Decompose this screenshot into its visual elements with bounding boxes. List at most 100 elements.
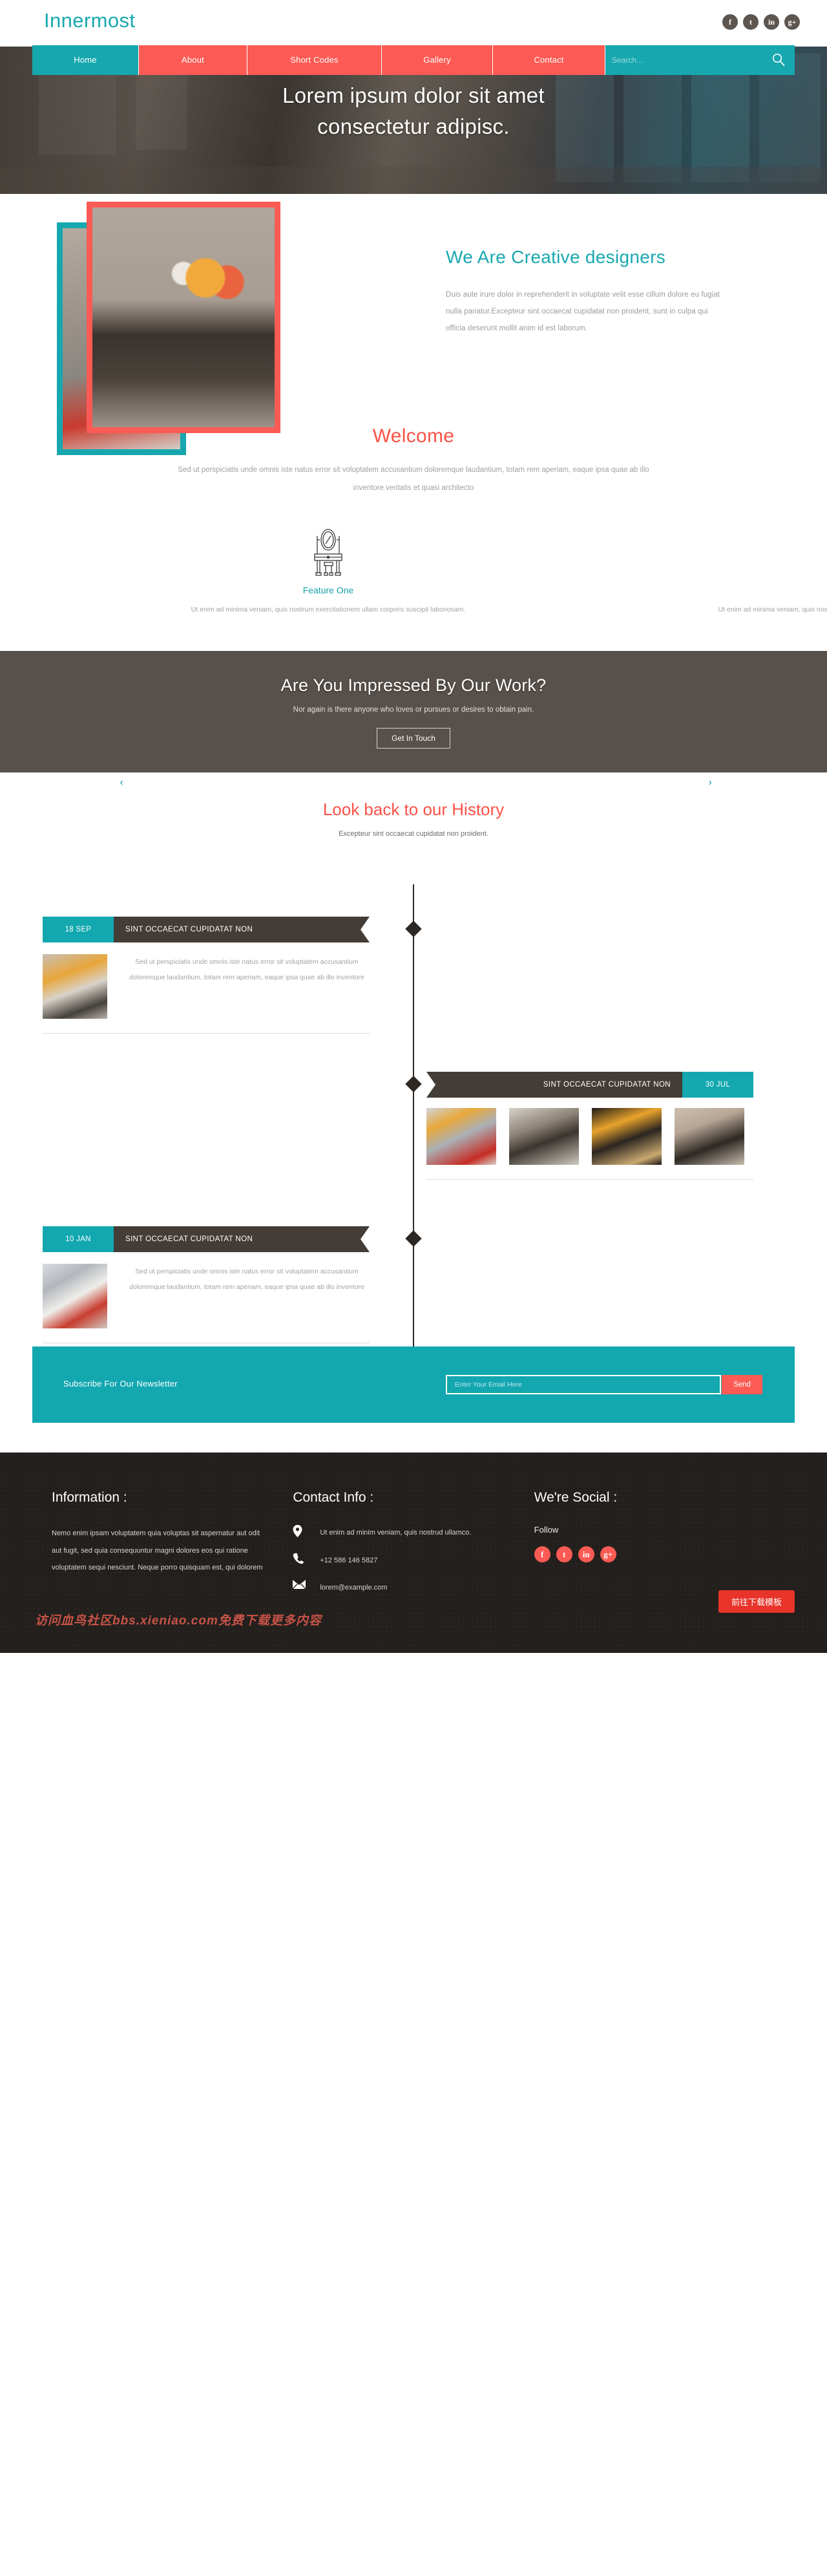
- timeline-entry-header: 18 SEP SINT OCCAECAT CUPIDATAT NON: [43, 917, 370, 943]
- footer-social-title: We're Social :: [534, 1490, 618, 1506]
- history-sub: Excepteur sint occaecat cupidatat non pr…: [339, 830, 488, 838]
- feature-list: Feature One Ut enim ad minima veniam, qu…: [0, 526, 827, 617]
- footer-contact-column: Contact Info : Ut enim ad minim veniam, …: [293, 1490, 534, 1607]
- hero-heading: Lorem ipsum dolor sit amet consectetur a…: [0, 80, 827, 142]
- newsletter-send-button[interactable]: Send: [722, 1375, 762, 1395]
- carousel-next-icon[interactable]: ›: [708, 775, 712, 789]
- gallery-thumbnail[interactable]: [675, 1108, 744, 1166]
- footer-information-title: Information :: [52, 1490, 127, 1506]
- gallery-thumbnail[interactable]: [426, 1108, 496, 1166]
- linkedin-icon[interactable]: in: [578, 1546, 594, 1563]
- feature-title-two: Feature Two: [610, 585, 827, 595]
- timeline-entry-body: Sed ut perspiciatis unde omnis iste natu…: [43, 942, 370, 1034]
- header-social-links: f t in g+: [722, 14, 800, 30]
- carousel-controls: ‹ ›: [0, 772, 827, 794]
- search-input[interactable]: [605, 56, 795, 65]
- nav-item-short-codes[interactable]: Short Codes: [247, 45, 382, 75]
- gallery-thumbnail[interactable]: [592, 1108, 662, 1166]
- timeline-entry-header: 10 JAN SINT OCCAECAT CUPIDATAT NON: [43, 1226, 370, 1253]
- creative-body: Duis aute irure dolor in reprehenderit i…: [446, 291, 720, 333]
- timeline-entry-body: Sed ut perspiciatis unde omnis iste natu…: [43, 1252, 370, 1344]
- contact-address-row: Ut enim ad minim veniam, quis nostrud ul…: [293, 1525, 508, 1540]
- site-footer: Information : Nemo enim ipsam voluptatem…: [0, 1453, 827, 1654]
- top-header: Innermost f t in g+: [0, 0, 827, 47]
- contact-address-text: Ut enim ad minim veniam, quis nostrud ul…: [320, 1529, 472, 1537]
- creative-heading: We Are Creative designers: [446, 247, 666, 267]
- main-navigation: Home About Short Codes Gallery Contact: [32, 45, 795, 75]
- history-timeline: 18 SEP SINT OCCAECAT CUPIDATAT NON Sed u…: [0, 884, 827, 1347]
- timeline-entry-date: 30 JUL: [682, 1072, 753, 1098]
- footer-columns: Information : Nemo enim ipsam voluptatem…: [0, 1490, 827, 1607]
- twitter-icon[interactable]: t: [743, 14, 759, 30]
- timeline-marker: [405, 921, 422, 938]
- timeline-entry-header: SINT OCCAECAT CUPIDATAT NON 30 JUL: [426, 1072, 753, 1098]
- timeline-entry-text: Sed ut perspiciatis unde omnis iste natu…: [129, 1268, 364, 1292]
- get-in-touch-button[interactable]: Get In Touch: [377, 728, 450, 749]
- facebook-icon[interactable]: f: [534, 1546, 550, 1563]
- location-pin-icon: [293, 1525, 320, 1538]
- timeline-entry-title: SINT OCCAECAT CUPIDATAT NON: [114, 1226, 370, 1253]
- feature-item-two: Feature Two Ut enim ad minima veniam, qu…: [592, 526, 827, 617]
- vanity-table-icon: [83, 526, 574, 576]
- welcome-body: Sed ut perspiciatis unde omnis iste natu…: [178, 466, 649, 492]
- googleplus-icon[interactable]: g+: [600, 1546, 616, 1563]
- email-icon: [293, 1579, 320, 1589]
- site-logo[interactable]: Innermost: [44, 9, 135, 32]
- newsletter-label: Subscribe For Our Newsletter: [63, 1379, 178, 1389]
- timeline-marker: [405, 1230, 422, 1248]
- timeline-entry-thumbnail: [43, 954, 107, 1019]
- creative-image-stack: [57, 202, 367, 460]
- hero-heading-line-2: consectetur adipisc.: [317, 114, 510, 138]
- nav-item-contact[interactable]: Contact: [493, 45, 605, 75]
- footer-follow-label: Follow: [534, 1525, 559, 1535]
- search-icon[interactable]: [771, 52, 786, 67]
- download-template-button[interactable]: 前往下载模板: [718, 1590, 795, 1613]
- watermark-text: 访问血鸟社区bbs.xieniao.com免费下载更多内容: [35, 1614, 322, 1628]
- phone-icon: [293, 1553, 320, 1564]
- feature-body-one: Ut enim ad minima veniam, quis nostrum e…: [191, 606, 466, 614]
- footer-contact-title: Contact Info :: [293, 1490, 374, 1506]
- contact-email-text: lorem@example.com: [320, 1583, 388, 1591]
- impressed-banner: Are You Impressed By Our Work? Nor again…: [0, 651, 827, 773]
- timeline-marker: [405, 1076, 422, 1093]
- facebook-icon[interactable]: f: [722, 14, 738, 30]
- gallery-thumbnail[interactable]: [509, 1108, 579, 1166]
- feature-body-two: Ut enim ad minima veniam, quis nostrum e…: [718, 606, 827, 614]
- contact-phone-text: +12 586 146 5827: [320, 1556, 378, 1564]
- timeline-entry-text: Sed ut perspiciatis unde omnis iste natu…: [129, 958, 364, 982]
- armchair-icon: [610, 526, 827, 576]
- newsletter-section: Subscribe For Our Newsletter Send: [32, 1347, 795, 1423]
- creative-text-block: We Are Creative designers Duis aute irur…: [446, 246, 724, 337]
- linkedin-icon[interactable]: in: [764, 14, 779, 30]
- footer-social-column: We're Social : Follow f t in g+: [534, 1490, 775, 1607]
- newsletter-email-input[interactable]: [446, 1375, 721, 1395]
- history-section: Look back to our History Excepteur sint …: [0, 794, 827, 1347]
- timeline-entry-date: 18 SEP: [43, 917, 114, 943]
- feature-item-one: Feature One Ut enim ad minima veniam, qu…: [65, 526, 592, 617]
- timeline-entry-thumbnail: [43, 1264, 107, 1329]
- twitter-icon[interactable]: t: [556, 1546, 572, 1563]
- googleplus-icon[interactable]: g+: [784, 14, 800, 30]
- timeline-entry-gallery: [426, 1098, 753, 1180]
- page-root: Innermost f t in g+ Home About Short Cod…: [0, 0, 827, 1654]
- creative-section: We Are Creative designers Duis aute irur…: [0, 194, 827, 455]
- contact-phone-row: +12 586 146 5827: [293, 1553, 508, 1568]
- history-heading: Look back to our History: [322, 800, 505, 820]
- timeline-axis: [413, 884, 414, 1347]
- timeline-entry: SINT OCCAECAT CUPIDATAT NON 30 JUL: [426, 1072, 753, 1180]
- carousel-prev-icon[interactable]: ‹: [120, 775, 123, 789]
- footer-social-links: f t in g+: [534, 1546, 749, 1563]
- nav-item-home[interactable]: Home: [32, 45, 139, 75]
- hero-heading-line-1: Lorem ipsum dolor sit amet: [282, 83, 545, 107]
- nav-item-gallery[interactable]: Gallery: [382, 45, 493, 75]
- footer-information-body: Nemo enim ipsam voluptatem quia voluptas…: [52, 1529, 263, 1572]
- footer-information-column: Information : Nemo enim ipsam voluptatem…: [52, 1490, 293, 1607]
- impressed-heading: Are You Impressed By Our Work?: [280, 676, 547, 696]
- creative-image-front: [87, 202, 280, 433]
- timeline-entry: 10 JAN SINT OCCAECAT CUPIDATAT NON Sed u…: [43, 1226, 370, 1344]
- impressed-sub: Nor again is there anyone who loves or p…: [293, 706, 534, 714]
- contact-email-row: lorem@example.com: [293, 1579, 508, 1595]
- timeline-entry-title: SINT OCCAECAT CUPIDATAT NON: [426, 1072, 682, 1098]
- nav-item-about[interactable]: About: [139, 45, 247, 75]
- timeline-entry-title: SINT OCCAECAT CUPIDATAT NON: [114, 917, 370, 943]
